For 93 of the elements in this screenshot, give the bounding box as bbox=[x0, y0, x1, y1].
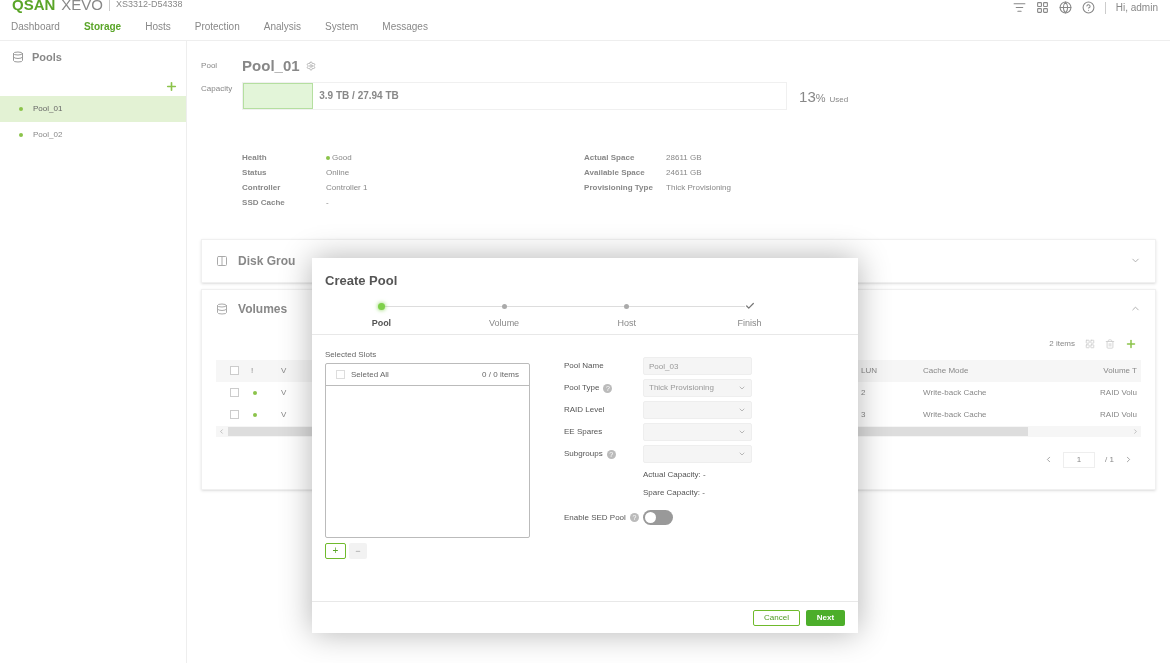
used-percent: 13% bbox=[799, 86, 826, 107]
table-cell: Write-back Cache bbox=[923, 408, 987, 421]
chevron-icon bbox=[738, 406, 746, 414]
field-label: Capacity bbox=[201, 82, 234, 95]
table-cell: V bbox=[281, 386, 287, 399]
chevron-icon bbox=[738, 384, 746, 392]
field-label: Selected Slots bbox=[325, 349, 378, 361]
info-value: 28611 GB bbox=[666, 152, 702, 164]
globe-icon[interactable] bbox=[1058, 1, 1072, 14]
pool-title: Pool_01 bbox=[242, 56, 300, 76]
table-cell-text: RAID Volu bbox=[1100, 386, 1138, 399]
table-cell: 3 bbox=[861, 408, 866, 421]
nav-tab[interactable]: Storage bbox=[83, 19, 122, 34]
info-label: Controller bbox=[242, 182, 282, 194]
column-header: Volume T bbox=[1103, 364, 1138, 377]
table-cell: V bbox=[281, 408, 287, 421]
info-label: Health bbox=[242, 152, 268, 164]
column-header: V bbox=[281, 364, 287, 377]
user-greeting[interactable]: Hi, admin bbox=[1115, 0, 1158, 15]
field-label: Subgroups bbox=[564, 448, 603, 460]
used-label: Used bbox=[829, 93, 849, 106]
next-button[interactable]: Next bbox=[806, 609, 845, 626]
next-icon[interactable] bbox=[1124, 455, 1133, 464]
column-header: ! bbox=[251, 364, 254, 377]
add-icon[interactable] bbox=[165, 79, 179, 93]
sidebar-item[interactable]: Pool_01 bbox=[0, 95, 187, 122]
panel-title: Disk Grou bbox=[238, 252, 296, 270]
checkbox-label: Seleted All bbox=[351, 368, 389, 381]
info-label: Actual Space bbox=[584, 152, 636, 164]
table-cell: Write-back Cache bbox=[923, 386, 987, 399]
field-label: RAID Level bbox=[564, 404, 605, 416]
step-label[interactable]: Host bbox=[617, 317, 637, 331]
cancel-button[interactable]: Cancel bbox=[753, 609, 800, 626]
sidebar-title: Pools bbox=[32, 50, 62, 65]
scroll-left-icon[interactable] bbox=[218, 427, 226, 435]
chevron-icon bbox=[738, 450, 746, 458]
info-value: Good bbox=[332, 152, 352, 164]
column-header: Cache Mode bbox=[923, 364, 969, 377]
panel-title: Volumes bbox=[238, 300, 288, 318]
info-value: Controller 1 bbox=[326, 182, 368, 194]
step-label[interactable]: Volume bbox=[489, 317, 520, 331]
capacity-text: 3.9 TB / 27.94 TB bbox=[319, 89, 399, 103]
nav-tab[interactable]: Messages bbox=[382, 19, 428, 34]
field-label: Pool bbox=[201, 60, 219, 73]
step-label[interactable]: Pool bbox=[371, 317, 392, 331]
grid-icon[interactable] bbox=[1085, 338, 1095, 349]
nav-tab[interactable]: Protection bbox=[194, 19, 240, 34]
row-checkbox[interactable] bbox=[230, 388, 240, 397]
page-field[interactable]: 1 bbox=[1063, 451, 1096, 468]
field-label: Pool Name bbox=[564, 360, 604, 372]
field-label: EE Spares bbox=[564, 426, 603, 438]
nav-tab[interactable]: System bbox=[325, 19, 359, 34]
header-checkbox[interactable] bbox=[230, 366, 240, 375]
grid-icon[interactable] bbox=[1035, 1, 1049, 14]
add-button[interactable]: + bbox=[325, 543, 346, 559]
info-label: Available Space bbox=[584, 167, 646, 179]
column-header: LUN bbox=[861, 364, 878, 377]
info-value: 24611 GB bbox=[666, 167, 702, 179]
info-value: - bbox=[326, 197, 329, 209]
select-all-checkbox[interactable] bbox=[336, 370, 345, 379]
row-checkbox[interactable] bbox=[230, 410, 240, 419]
field-label: Enable SED Pool bbox=[564, 511, 626, 524]
dialog-title: Create Pool bbox=[325, 273, 398, 288]
info-label: SSD Cache bbox=[242, 197, 286, 209]
device-name: XS3312-D54338 bbox=[116, 0, 183, 11]
database-icon bbox=[216, 302, 229, 315]
info-value: Thick Provisioning bbox=[666, 182, 731, 194]
toggle-switch[interactable] bbox=[643, 510, 673, 525]
scroll-right-icon[interactable] bbox=[1132, 427, 1139, 435]
nav-tab[interactable]: Hosts bbox=[145, 19, 171, 34]
database-icon bbox=[12, 51, 24, 64]
info-label: Provisioning Type bbox=[584, 182, 654, 194]
info-value: Online bbox=[326, 167, 350, 179]
info-label: Status bbox=[242, 167, 268, 179]
trash-icon[interactable] bbox=[1105, 338, 1115, 349]
help-icon[interactable] bbox=[1081, 1, 1095, 14]
add-icon[interactable] bbox=[1125, 337, 1137, 350]
step-label[interactable]: Finish bbox=[737, 317, 762, 331]
capacity-text: Actual Capacity: - bbox=[643, 469, 707, 481]
capacity-text: Spare Capacity: - bbox=[643, 487, 706, 499]
item-count: 2 items bbox=[1049, 337, 1075, 350]
nav-tab[interactable]: Dashboard bbox=[11, 19, 60, 34]
table-cell-text: RAID Volu bbox=[1100, 408, 1138, 421]
logo-product: XEVO bbox=[61, 0, 104, 12]
logo: QSAN bbox=[12, 0, 56, 12]
filter-icon[interactable] bbox=[1012, 1, 1026, 14]
page-total: / 1 bbox=[1105, 453, 1114, 466]
item-count: 0 / 0 items bbox=[482, 368, 519, 381]
table-cell: 2 bbox=[861, 386, 866, 399]
nav-tab[interactable]: Analysis bbox=[263, 19, 301, 34]
field-label: Pool Type bbox=[564, 382, 600, 394]
chevron-icon bbox=[738, 428, 746, 436]
gear-icon[interactable] bbox=[305, 61, 316, 72]
